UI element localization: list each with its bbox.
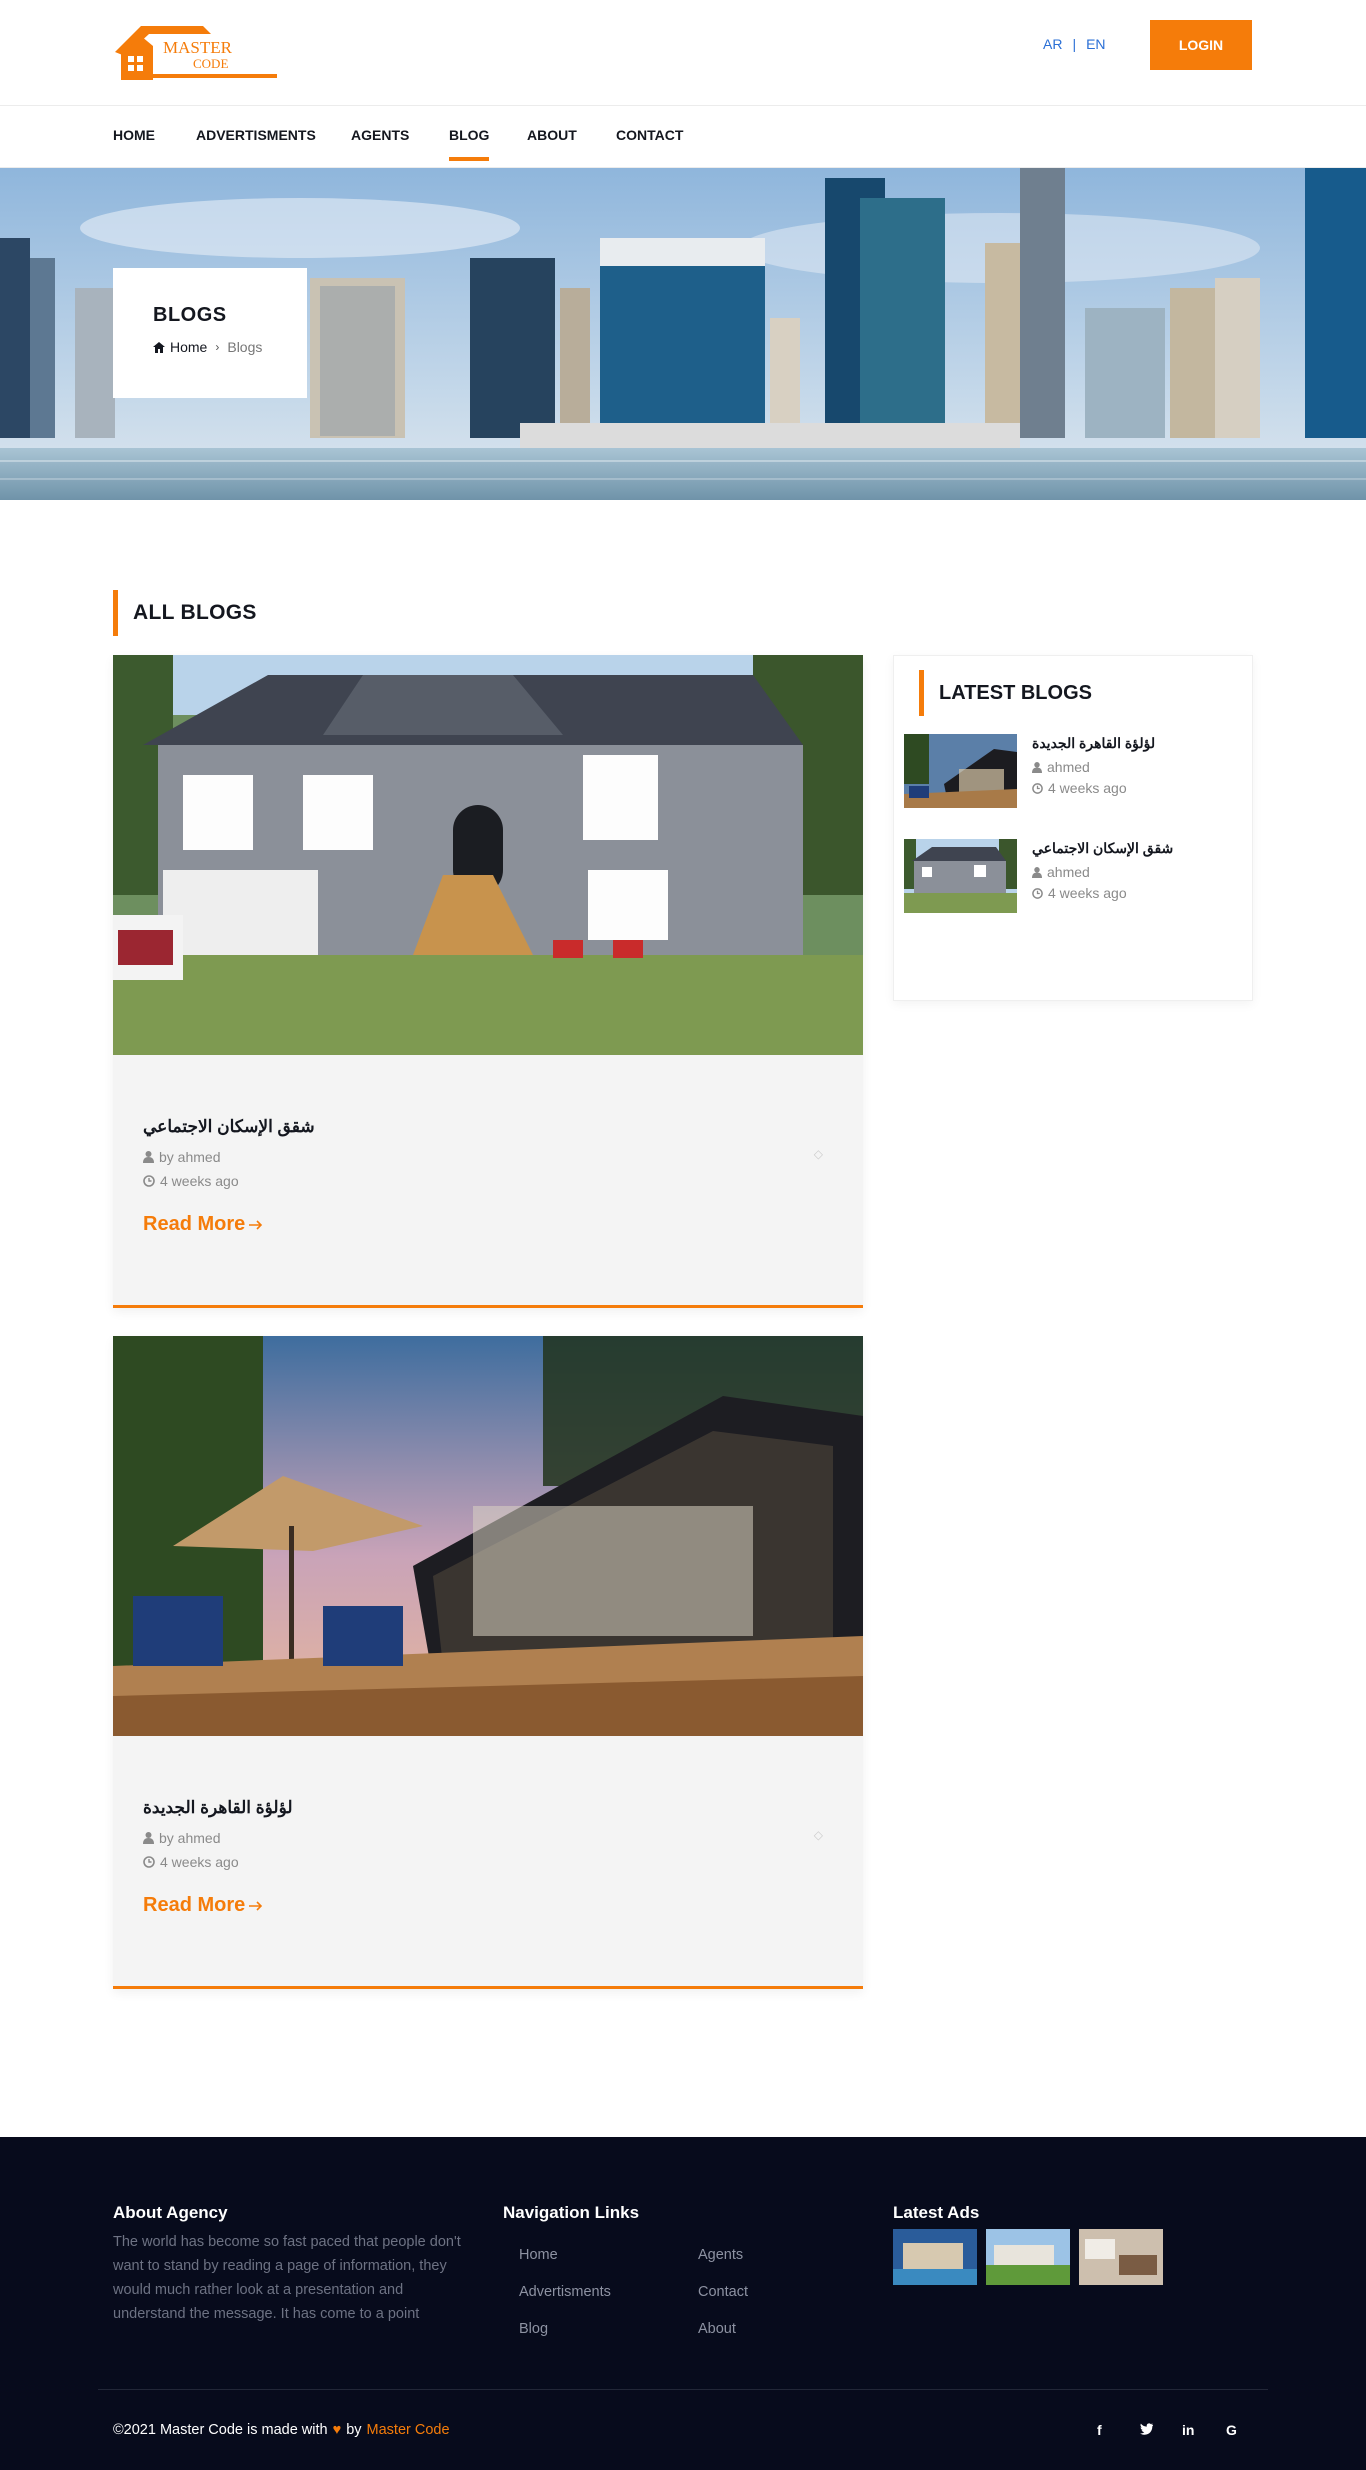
sidebar-post-info: شقق الإسكان الاجتماعي ahmed 4 weeks ago [1032,840,1173,901]
footer-link-contact[interactable]: Contact [698,2284,748,2300]
nav-item-blog[interactable]: BLOG [449,127,490,161]
sidebar-post[interactable]: لؤلؤة القاهرة الجديدة ahmed 4 weeks ago [904,734,1244,810]
google-icon[interactable]: G [1226,2422,1237,2438]
footer-copyright: ©2021 Master Code is made with ♥ by Mast… [113,2422,450,2438]
blog-time-text: 4 weeks ago [160,1173,239,1189]
copyright-by: by [346,2422,362,2438]
copyright-brand-link[interactable]: Master Code [367,2422,450,2438]
logo-line2: CODE [193,56,228,71]
nav-item-agents[interactable]: AGENTS [351,127,409,143]
site-logo[interactable]: MASTER CODE [113,22,278,82]
footer-link-advertisments[interactable]: Advertisments [519,2284,611,2300]
container-house-photo[interactable] [113,1336,863,1736]
blog-card: شقق الإسكان الاجتماعي by ahmed 4 weeks a… [113,655,863,1308]
read-more-link[interactable]: Read More [143,1213,263,1236]
language-switcher: AR | EN [1043,36,1106,52]
nav-item-home[interactable]: HOME [113,127,155,143]
user-icon [1032,761,1042,773]
linkedin-icon[interactable]: in [1182,2422,1194,2438]
latest-blogs-sidebar: LATEST BLOGS لؤلؤة القاهرة الجديدة ahmed… [893,655,1253,1001]
sidebar-post-thumbnail[interactable] [904,839,1017,913]
diamond-icon: ◇ [813,1828,823,1842]
sidebar-post-time-text: 4 weeks ago [1048,885,1127,901]
blog-time-text: 4 weeks ago [160,1854,239,1870]
blog-card: لؤلؤة القاهرة الجديدة by ahmed 4 weeks a… [113,1336,863,1989]
arrow-right-icon [249,1900,263,1911]
sidebar-post-author-text: ahmed [1047,864,1090,880]
sidebar-post-time: 4 weeks ago [1032,780,1155,796]
nav-item-contact[interactable]: CONTACT [616,127,683,143]
footer-link-blog[interactable]: Blog [519,2321,548,2337]
sidebar-post[interactable]: شقق الإسكان الاجتماعي ahmed 4 weeks ago [904,839,1244,915]
blog-title[interactable]: لؤلؤة القاهرة الجديدة [143,1798,863,1818]
top-header: MASTER CODE AR | EN LOGIN [0,0,1366,106]
user-icon [143,1151,154,1163]
all-blogs-heading: ALL BLOGS [113,590,257,636]
copyright-text: ©2021 Master Code is made with [113,2422,328,2438]
breadcrumb-home-label: Home [170,339,208,355]
read-more-link[interactable]: Read More [143,1894,263,1917]
sidebar-post-title[interactable]: لؤلؤة القاهرة الجديدة [1032,735,1155,752]
sidebar-post-time: 4 weeks ago [1032,885,1173,901]
diamond-icon: ◇ [813,1147,823,1161]
clock-icon [143,1175,155,1187]
footer-divider [98,2389,1268,2390]
footer-ad-thumbnail[interactable] [986,2229,1070,2285]
nav-item-about[interactable]: ABOUT [527,127,577,143]
page-title: BLOGS [153,304,227,326]
blog-title[interactable]: شقق الإسكان الاجتماعي [143,1117,863,1137]
sidebar-post-time-text: 4 weeks ago [1048,780,1127,796]
nav-item-advertisments[interactable]: ADVERTISMENTS [196,127,316,143]
blog-card-body: لؤلؤة القاهرة الجديدة by ahmed 4 weeks a… [113,1736,863,1986]
user-icon [143,1832,154,1844]
blog-author-text: by ahmed [159,1149,221,1165]
read-more-label: Read More [143,1213,246,1235]
breadcrumb: Home › Blogs [153,339,307,355]
sidebar-post-author: ahmed [1032,759,1155,775]
blog-author: by ahmed [143,1149,863,1165]
house-photo[interactable] [113,655,863,1055]
footer-ad-thumbnail[interactable] [893,2229,977,2285]
read-more-label: Read More [143,1894,246,1916]
breadcrumb-home-link[interactable]: Home [153,339,207,355]
breadcrumb-current: Blogs [227,339,263,355]
footer-ad-thumbnail[interactable] [1079,2229,1163,2285]
sidebar-post-info: لؤلؤة القاهرة الجديدة ahmed 4 weeks ago [1032,735,1155,796]
footer-link-home[interactable]: Home [519,2247,558,2263]
blog-time: 4 weeks ago [143,1854,863,1870]
blog-author-text: by ahmed [159,1830,221,1846]
heart-icon: ♥ [332,2422,342,2438]
home-icon [153,341,165,353]
breadcrumb-box: BLOGS Home › Blogs [113,268,307,398]
footer-about-text: The world has become so fast paced that … [113,2234,461,2322]
user-icon [1032,866,1042,878]
clock-icon [1032,887,1043,899]
sidebar-post-author-text: ahmed [1047,759,1090,775]
main-nav: HOME ADVERTISMENTS AGENTS BLOG ABOUT CON… [0,106,1366,168]
footer-nav-title: Navigation Links [503,2203,640,2222]
sidebar-post-author: ahmed [1032,864,1173,880]
blog-card-body: شقق الإسكان الاجتماعي by ahmed 4 weeks a… [113,1055,863,1305]
lang-ar-link[interactable]: AR [1043,36,1062,52]
lang-separator: | [1072,36,1077,52]
chevron-right-icon: › [215,340,220,354]
footer-link-about[interactable]: About [698,2321,736,2337]
clock-icon [1032,782,1043,794]
login-button[interactable]: LOGIN [1150,20,1252,70]
blog-time: 4 weeks ago [143,1173,863,1189]
arrow-right-icon [249,1219,263,1230]
footer-about-title: About Agency [113,2203,228,2222]
lang-en-link[interactable]: EN [1086,36,1105,52]
logo-line1: MASTER [163,38,233,57]
footer-link-agents[interactable]: Agents [698,2247,743,2263]
latest-blogs-heading: LATEST BLOGS [919,670,1092,716]
clock-icon [143,1856,155,1868]
sidebar-post-thumbnail[interactable] [904,734,1017,808]
sidebar-post-title[interactable]: شقق الإسكان الاجتماعي [1032,840,1173,857]
facebook-icon[interactable]: f [1097,2422,1102,2438]
footer-ads-title: Latest Ads [893,2203,980,2222]
twitter-icon[interactable] [1139,2422,1154,2438]
site-footer: About Agency The world has become so fas… [0,2137,1366,2470]
blog-author: by ahmed [143,1830,863,1846]
